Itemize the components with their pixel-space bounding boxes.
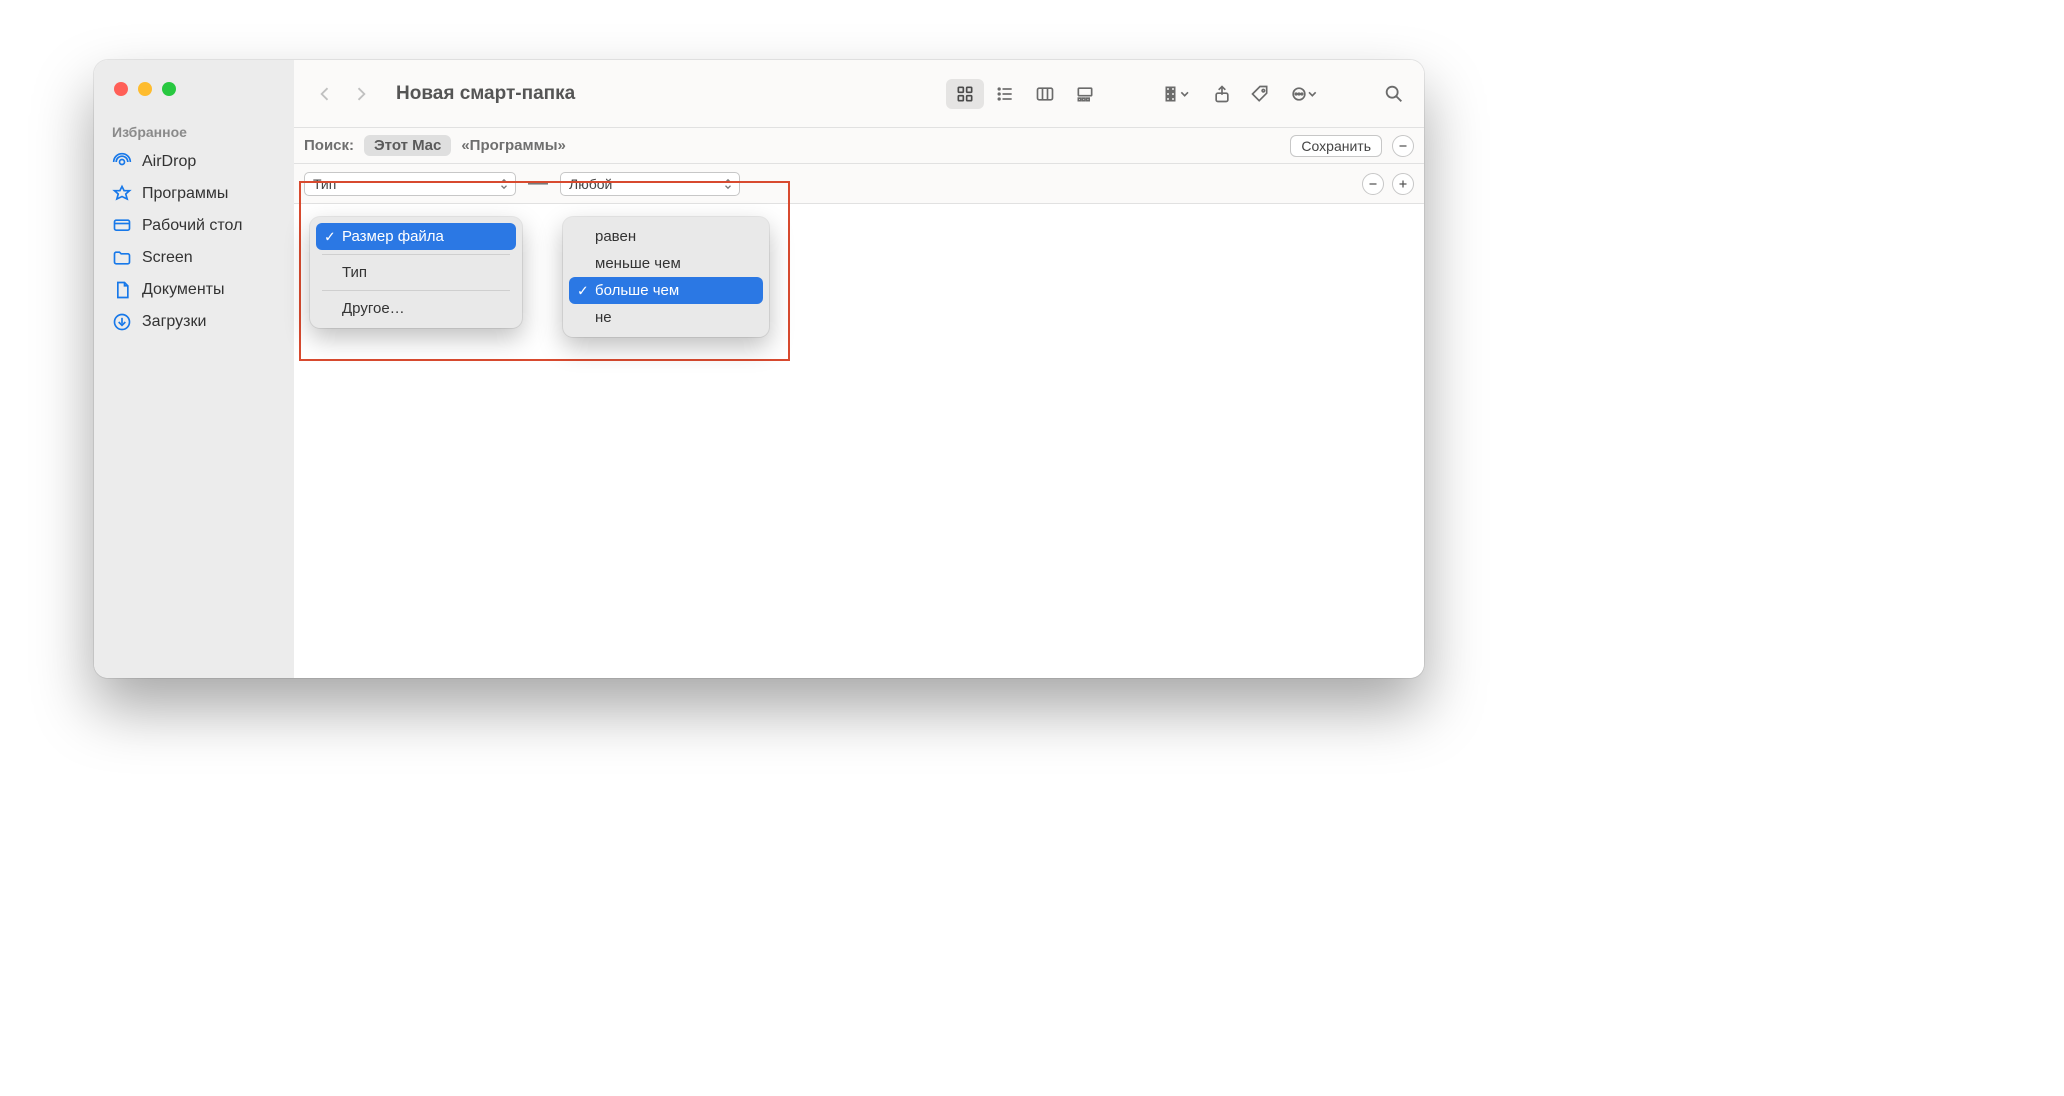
sidebar-item-applications[interactable]: Программы	[94, 178, 294, 210]
toolbar: Новая смарт-папка	[294, 60, 1424, 128]
checkmark-icon: ✓	[577, 282, 589, 299]
menu-item-label: Другое…	[342, 300, 405, 317]
attribute-menu-popup: ✓ Размер файла Тип Другое…	[310, 217, 522, 328]
sidebar-item-label: Screen	[142, 249, 193, 267]
main-area: Новая смарт-папка	[294, 60, 1424, 678]
scope-alt[interactable]: «Программы»	[461, 137, 566, 154]
menu-item-label: меньше чем	[595, 255, 681, 272]
attribute-menu-item-other[interactable]: Другое…	[316, 295, 516, 322]
document-icon	[112, 280, 132, 300]
chevron-updown-icon	[723, 177, 735, 191]
airdrop-icon	[112, 152, 132, 172]
attribute-menu-item-file-size[interactable]: ✓ Размер файла	[316, 223, 516, 250]
attribute-menu-item-type[interactable]: Тип	[316, 259, 516, 286]
sidebar: Избранное AirDrop Программы Рабочий стол…	[94, 60, 294, 678]
list-view-button[interactable]	[986, 79, 1024, 109]
share-button[interactable]	[1206, 79, 1238, 109]
group-by-button[interactable]	[1156, 79, 1200, 109]
add-criteria-button[interactable]	[1392, 173, 1414, 195]
checkmark-icon: ✓	[324, 228, 336, 245]
value-combo-value: Любой	[569, 176, 612, 192]
menu-separator	[322, 254, 510, 255]
forward-button[interactable]	[344, 77, 378, 111]
menu-item-label: равен	[595, 228, 636, 245]
menu-item-label: Тип	[342, 264, 367, 281]
attribute-combo[interactable]: Тип	[304, 172, 516, 196]
comparator-menu-item-greater-than[interactable]: ✓ больше чем	[569, 277, 763, 304]
back-button[interactable]	[308, 77, 342, 111]
sidebar-item-label: Загрузки	[142, 313, 206, 331]
search-label: Поиск:	[304, 137, 354, 154]
remove-search-button[interactable]	[1392, 135, 1414, 157]
sidebar-item-downloads[interactable]: Загрузки	[94, 306, 294, 338]
desktop-icon	[112, 216, 132, 236]
search-scope-bar: Поиск: Этот Mac «Программы» Сохранить	[294, 128, 1424, 164]
comparator-menu-popup: равен меньше чем ✓ больше чем не	[563, 217, 769, 337]
tags-button[interactable]	[1244, 79, 1276, 109]
zoom-window-button[interactable]	[162, 82, 176, 96]
icon-view-button[interactable]	[946, 79, 984, 109]
sidebar-item-desktop[interactable]: Рабочий стол	[94, 210, 294, 242]
finder-window: Избранное AirDrop Программы Рабочий стол…	[94, 60, 1424, 678]
window-title: Новая смарт-папка	[396, 83, 575, 105]
sidebar-item-screen[interactable]: Screen	[94, 242, 294, 274]
criteria-separator: —	[528, 172, 548, 195]
minimize-window-button[interactable]	[138, 82, 152, 96]
view-switcher	[946, 79, 1104, 109]
sidebar-item-label: Программы	[142, 185, 228, 203]
comparator-menu-item-less-than[interactable]: меньше чем	[569, 250, 763, 277]
close-window-button[interactable]	[114, 82, 128, 96]
window-controls	[94, 82, 294, 116]
sidebar-item-label: Рабочий стол	[142, 217, 242, 235]
action-menu-button[interactable]	[1282, 79, 1326, 109]
remove-criteria-button[interactable]	[1362, 173, 1384, 195]
value-combo[interactable]: Любой	[560, 172, 740, 196]
menu-item-label: больше чем	[595, 282, 679, 299]
folder-icon	[112, 248, 132, 268]
attribute-combo-value: Тип	[313, 176, 336, 192]
gallery-view-button[interactable]	[1066, 79, 1104, 109]
sidebar-section-favorites: Избранное	[94, 116, 294, 146]
criteria-row: Тип — Любой	[294, 164, 1424, 204]
menu-item-label: не	[595, 309, 612, 326]
sidebar-item-label: Документы	[142, 281, 224, 299]
sidebar-item-label: AirDrop	[142, 153, 196, 171]
chevron-updown-icon	[499, 177, 511, 191]
column-view-button[interactable]	[1026, 79, 1064, 109]
scope-this-mac[interactable]: Этот Mac	[364, 135, 451, 156]
sidebar-item-airdrop[interactable]: AirDrop	[94, 146, 294, 178]
sidebar-item-documents[interactable]: Документы	[94, 274, 294, 306]
menu-separator	[322, 290, 510, 291]
comparator-menu-item-not[interactable]: не	[569, 304, 763, 331]
applications-icon	[112, 184, 132, 204]
comparator-menu-item-equals[interactable]: равен	[569, 223, 763, 250]
menu-item-label: Размер файла	[342, 228, 444, 245]
downloads-icon	[112, 312, 132, 332]
search-button[interactable]	[1378, 79, 1410, 109]
save-button[interactable]: Сохранить	[1290, 135, 1382, 157]
